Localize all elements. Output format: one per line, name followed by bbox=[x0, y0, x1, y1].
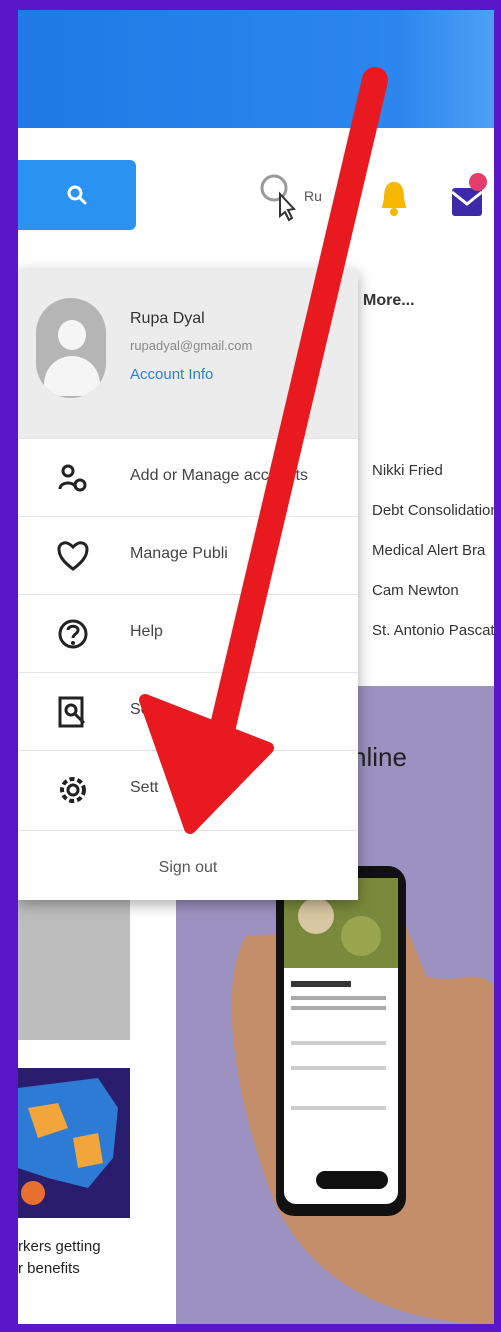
menu-item-manage-publi[interactable]: Manage Publi bbox=[18, 516, 358, 595]
trending-item[interactable]: Medical Alert Bra bbox=[372, 542, 485, 559]
sign-out-label: Sign out bbox=[158, 859, 218, 876]
user-label: Ru bbox=[304, 188, 322, 204]
menu-item-label: Help bbox=[130, 623, 163, 640]
trending-item[interactable]: Nikki Fried bbox=[372, 462, 443, 479]
news-line: r benefits bbox=[18, 1260, 80, 1277]
menu-item-settings[interactable]: Sett bbox=[18, 750, 358, 829]
search-button[interactable] bbox=[18, 160, 136, 230]
account-info-link[interactable]: Account Info bbox=[130, 366, 213, 383]
account-header: Rupa Dyal rupadyal@gmail.com Account Inf… bbox=[18, 270, 358, 438]
map-image bbox=[18, 1078, 118, 1205]
search-icon bbox=[67, 185, 87, 205]
add-account-icon bbox=[58, 464, 87, 492]
menu-item-label: Add or Manage accounts bbox=[130, 467, 308, 484]
more-link[interactable]: More... bbox=[363, 292, 415, 310]
app-screen: Ru More... Nikki Fried Debt Consolidatio… bbox=[18, 10, 494, 1324]
user-icon bbox=[260, 174, 297, 222]
trending-item[interactable]: St. Antonio Pascato bbox=[372, 622, 494, 639]
promo-heading: nline bbox=[352, 742, 407, 772]
account-dropdown: Rupa Dyal rupadyal@gmail.com Account Inf… bbox=[18, 270, 358, 900]
menu-item-label: Sett bbox=[130, 779, 159, 796]
news-line: rkers getting bbox=[18, 1238, 101, 1255]
help-icon bbox=[58, 619, 88, 649]
mail-button[interactable] bbox=[450, 170, 490, 225]
trending-item[interactable]: Debt Consolidation bbox=[372, 502, 494, 519]
avatar bbox=[36, 298, 106, 398]
mail-icon bbox=[451, 173, 487, 216]
sign-out-button[interactable]: Sign out bbox=[18, 830, 358, 901]
news-headline[interactable]: rkers getting r benefits bbox=[18, 1236, 148, 1280]
menu-item-label: Se bbox=[130, 701, 150, 718]
map-thumbnail-image[interactable] bbox=[18, 1068, 130, 1218]
account-email: rupadyal@gmail.com bbox=[130, 338, 253, 353]
top-banner bbox=[18, 10, 494, 128]
heart-shield-icon bbox=[57, 541, 89, 571]
notifications-button[interactable] bbox=[380, 178, 408, 223]
gear-icon bbox=[60, 777, 86, 803]
search-doc-icon bbox=[58, 696, 86, 728]
menu-item-manage-accounts[interactable]: Add or Manage accounts bbox=[18, 438, 358, 517]
menu-item-label: Manage Publi bbox=[130, 545, 228, 562]
user-menu-button[interactable] bbox=[258, 172, 298, 227]
menu-item-search-doc[interactable]: Se bbox=[18, 672, 358, 751]
menu-item-help[interactable]: Help bbox=[18, 594, 358, 673]
account-name: Rupa Dyal bbox=[130, 310, 205, 327]
thumbnail-image[interactable] bbox=[18, 890, 130, 1040]
bell-icon bbox=[382, 182, 406, 216]
trending-item[interactable]: Cam Newton bbox=[372, 582, 459, 599]
